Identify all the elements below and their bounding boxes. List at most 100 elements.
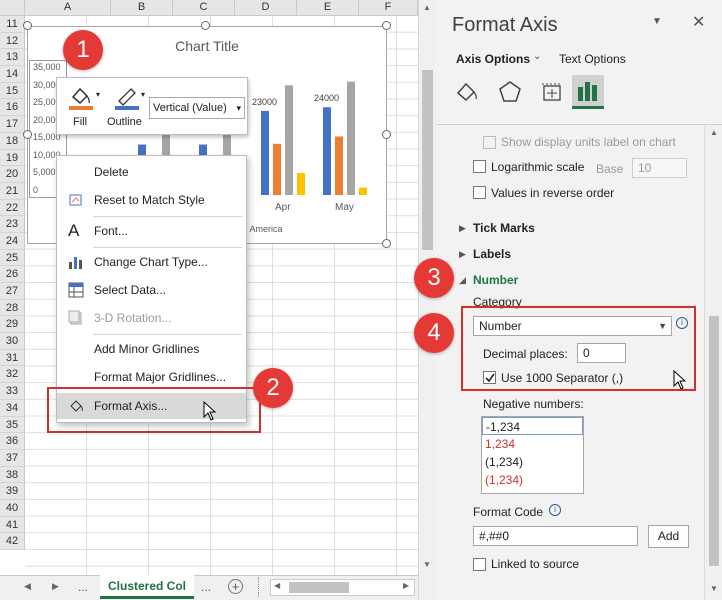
menu-item-delete[interactable]: Delete [57,159,246,185]
row-header[interactable]: 35 [0,416,25,434]
menu-item-font[interactable]: A Font... [57,218,246,244]
row-header[interactable]: 19 [0,149,25,167]
hscroll-left-icon[interactable]: ◀ [274,581,280,590]
hscroll-thumb[interactable] [289,582,349,593]
close-icon[interactable]: ✕ [692,12,705,32]
sheet-vertical-scrollbar[interactable]: ▲ ▼ [418,0,436,600]
row-header[interactable]: 11 [0,16,25,33]
expand-triangle-icon[interactable]: ▶ [459,249,466,260]
scroll-down-arrow-icon[interactable]: ▼ [710,584,718,593]
row-header[interactable]: 20 [0,166,25,183]
tab-text-options[interactable]: Text Options [559,52,626,66]
outline-dropdown-arrow-icon[interactable]: ▾ [141,90,145,99]
row-header[interactable]: 16 [0,99,25,117]
row-header[interactable]: 25 [0,249,25,267]
info-icon[interactable]: i [549,504,561,516]
column-header-e[interactable]: E [297,0,359,16]
resize-handle-tr[interactable] [382,21,391,30]
scroll-up-arrow-icon[interactable]: ▲ [423,3,431,12]
format-code-input[interactable]: #,##0 [473,526,638,546]
negative-format-option[interactable]: (1,234) [482,453,583,471]
row-header[interactable]: 15 [0,82,25,100]
column-header-a[interactable]: A [25,0,111,16]
tab-more-right[interactable]: ... [201,580,211,594]
row-header[interactable]: 14 [0,66,25,83]
row-header[interactable]: 12 [0,32,25,50]
select-all-corner[interactable] [0,0,25,16]
row-header[interactable]: 40 [0,499,25,517]
menu-item-select-data[interactable]: Select Data... [57,277,246,303]
tab-more-left[interactable]: ... [78,580,88,594]
chart-element-select[interactable]: Vertical (Value) ▾ [149,97,245,119]
row-header[interactable]: 22 [0,199,25,217]
row-header[interactable]: 29 [0,316,25,334]
bar-apr-series-3[interactable] [285,85,293,195]
bar-may-series-3[interactable] [347,81,355,195]
tab-split-handle[interactable] [258,577,263,597]
section-tick-marks[interactable]: Tick Marks [473,221,535,235]
row-header[interactable]: 38 [0,466,25,484]
column-header-c[interactable]: C [173,0,235,16]
bar-apr-series-2[interactable] [273,143,281,195]
logarithmic-scale-checkbox[interactable] [473,160,486,173]
linked-to-source-checkbox[interactable] [473,558,486,571]
resize-handle-tl[interactable] [23,21,32,30]
bar-apr-series-4[interactable] [297,173,305,195]
row-header[interactable]: 37 [0,449,25,467]
section-number[interactable]: Number [473,273,518,287]
row-header[interactable]: 21 [0,182,25,200]
size-properties-icon[interactable] [536,76,568,108]
bar-may-series-4[interactable] [359,187,367,195]
axis-options-tab-active[interactable] [572,75,604,109]
collapse-triangle-icon[interactable]: ◢ [459,275,466,286]
column-header-f[interactable]: F [359,0,418,16]
bar-apr-series-1[interactable] [261,110,269,195]
row-header[interactable]: 24 [0,232,25,250]
tab-scroll-left-icon[interactable]: ◀ [24,581,31,592]
sheet-tab-clustered-col[interactable]: Clustered Col [100,575,194,599]
fill-bucket-icon[interactable] [67,83,95,111]
row-header[interactable]: 42 [0,533,25,550]
resize-handle-mr[interactable] [382,130,391,139]
resize-handle-br[interactable] [382,239,391,248]
effects-pentagon-icon[interactable] [494,76,526,108]
column-header-b[interactable]: B [111,0,173,16]
column-header-d[interactable]: D [235,0,297,16]
menu-item-change-chart-type[interactable]: Change Chart Type... [57,249,246,275]
negative-numbers-list[interactable]: -1,234 1,234 (1,234) (1,234) [481,416,584,494]
fill-dropdown-arrow-icon[interactable]: ▾ [96,90,100,99]
add-sheet-button[interactable]: + [228,579,243,594]
row-header[interactable]: 39 [0,483,25,500]
row-header[interactable]: 17 [0,116,25,133]
menu-item-add-minor-gridlines[interactable]: Add Minor Gridlines [57,336,246,362]
row-header[interactable]: 23 [0,216,25,233]
row-header[interactable]: 32 [0,366,25,384]
pane-vertical-scrollbar[interactable]: ▲ ▼ [704,126,722,600]
negative-format-option[interactable]: 1,234 [482,435,583,453]
row-header[interactable]: 41 [0,516,25,534]
hscroll-right-icon[interactable]: ▶ [403,581,409,590]
expand-triangle-icon[interactable]: ▶ [459,223,466,234]
row-header[interactable]: 30 [0,333,25,350]
row-header[interactable]: 36 [0,433,25,450]
bar-may-series-2[interactable] [335,136,343,195]
row-header[interactable]: 28 [0,299,25,317]
row-header[interactable]: 13 [0,49,25,67]
pane-scroll-thumb[interactable] [709,316,719,566]
row-header[interactable]: 34 [0,399,25,417]
tab-scroll-right-icon[interactable]: ▶ [52,581,59,592]
menu-item-reset-style[interactable]: Reset to Match Style [57,187,246,213]
bar-may-series-1[interactable] [323,107,331,195]
row-header[interactable]: 18 [0,132,25,150]
chevron-down-icon[interactable]: ⌄ [533,51,541,62]
pane-options-dropdown-icon[interactable]: ▼ [652,16,662,27]
sheet-scroll-thumb[interactable] [422,70,433,250]
row-header[interactable]: 33 [0,383,25,400]
outline-pen-icon[interactable] [113,83,141,111]
scroll-down-arrow-icon[interactable]: ▼ [423,560,431,569]
row-header[interactable]: 27 [0,283,25,300]
fill-line-icon[interactable] [450,76,482,108]
add-format-code-button[interactable]: Add [648,525,689,548]
values-reverse-checkbox[interactable] [473,186,486,199]
scroll-up-arrow-icon[interactable]: ▲ [710,128,718,137]
